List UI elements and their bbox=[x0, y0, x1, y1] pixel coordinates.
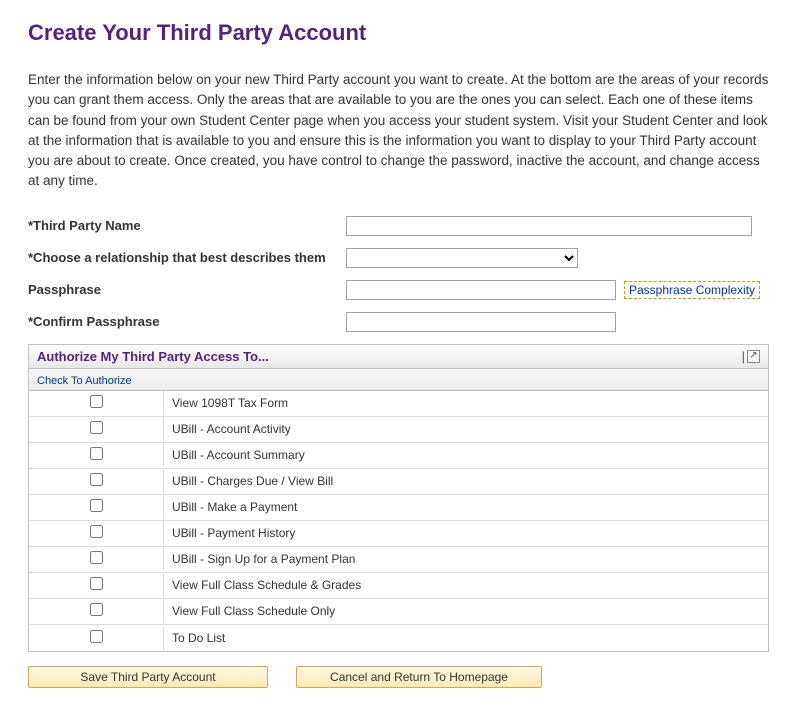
authorize-grid: Authorize My Third Party Access To... | … bbox=[28, 344, 769, 652]
confirm-passphrase-input[interactable] bbox=[346, 312, 616, 332]
table-row: UBill - Charges Due / View Bill bbox=[29, 469, 768, 495]
row-description: To Do List bbox=[164, 627, 768, 649]
row-description: View Full Class Schedule Only bbox=[164, 600, 768, 622]
table-row: UBill - Make a Payment bbox=[29, 495, 768, 521]
authorize-checkbox[interactable] bbox=[90, 525, 103, 538]
authorize-checkbox[interactable] bbox=[90, 421, 103, 434]
checkbox-cell bbox=[29, 547, 164, 571]
checkbox-cell bbox=[29, 391, 164, 415]
checkbox-cell bbox=[29, 469, 164, 493]
third-party-name-input[interactable] bbox=[346, 216, 752, 236]
checkbox-cell bbox=[29, 599, 164, 623]
row-description: UBill - Charges Due / View Bill bbox=[164, 470, 768, 492]
row-description: UBill - Sign Up for a Payment Plan bbox=[164, 548, 768, 570]
table-row: UBill - Sign Up for a Payment Plan bbox=[29, 547, 768, 573]
table-row: UBill - Payment History bbox=[29, 521, 768, 547]
checkbox-cell bbox=[29, 495, 164, 519]
save-button[interactable]: Save Third Party Account bbox=[28, 666, 268, 688]
checkbox-cell bbox=[29, 443, 164, 467]
table-row: UBill - Account Activity bbox=[29, 417, 768, 443]
table-row: View Full Class Schedule Only bbox=[29, 599, 768, 625]
checkbox-cell bbox=[29, 573, 164, 597]
third-party-name-label: *Third Party Name bbox=[28, 218, 346, 233]
row-description: View 1098T Tax Form bbox=[164, 392, 768, 414]
row-description: UBill - Account Activity bbox=[164, 418, 768, 440]
row-description: UBill - Make a Payment bbox=[164, 496, 768, 518]
row-description: View Full Class Schedule & Grades bbox=[164, 574, 768, 596]
row-description: UBill - Account Summary bbox=[164, 444, 768, 466]
checkbox-cell bbox=[29, 626, 164, 650]
table-row: View Full Class Schedule & Grades bbox=[29, 573, 768, 599]
table-row: UBill - Account Summary bbox=[29, 443, 768, 469]
row-description: UBill - Payment History bbox=[164, 522, 768, 544]
authorize-checkbox[interactable] bbox=[90, 447, 103, 460]
authorize-checkbox[interactable] bbox=[90, 551, 103, 564]
passphrase-label: Passphrase bbox=[28, 282, 346, 297]
cancel-button[interactable]: Cancel and Return To Homepage bbox=[296, 666, 542, 688]
separator-icon: | bbox=[742, 349, 745, 364]
popout-icon[interactable]: ↗ bbox=[747, 350, 760, 363]
passphrase-complexity-link[interactable]: Passphrase Complexity bbox=[624, 281, 760, 299]
checkbox-cell bbox=[29, 521, 164, 545]
checkbox-cell bbox=[29, 417, 164, 441]
authorize-checkbox[interactable] bbox=[90, 603, 103, 616]
grid-toolbar: | ↗ bbox=[742, 349, 760, 364]
relationship-select[interactable] bbox=[346, 248, 578, 268]
authorize-checkbox[interactable] bbox=[90, 499, 103, 512]
authorize-checkbox[interactable] bbox=[90, 473, 103, 486]
intro-paragraph: Enter the information below on your new … bbox=[28, 70, 769, 192]
authorize-checkbox[interactable] bbox=[90, 395, 103, 408]
confirm-passphrase-label: *Confirm Passphrase bbox=[28, 314, 346, 329]
table-row: To Do List bbox=[29, 625, 768, 651]
authorize-checkbox[interactable] bbox=[90, 630, 103, 643]
table-row: View 1098T Tax Form bbox=[29, 391, 768, 417]
grid-title: Authorize My Third Party Access To... bbox=[37, 349, 269, 364]
page-title: Create Your Third Party Account bbox=[28, 20, 769, 46]
check-to-authorize-header: Check To Authorize bbox=[37, 375, 132, 387]
relationship-label: *Choose a relationship that best describ… bbox=[28, 250, 346, 265]
authorize-checkbox[interactable] bbox=[90, 577, 103, 590]
passphrase-input[interactable] bbox=[346, 280, 616, 300]
